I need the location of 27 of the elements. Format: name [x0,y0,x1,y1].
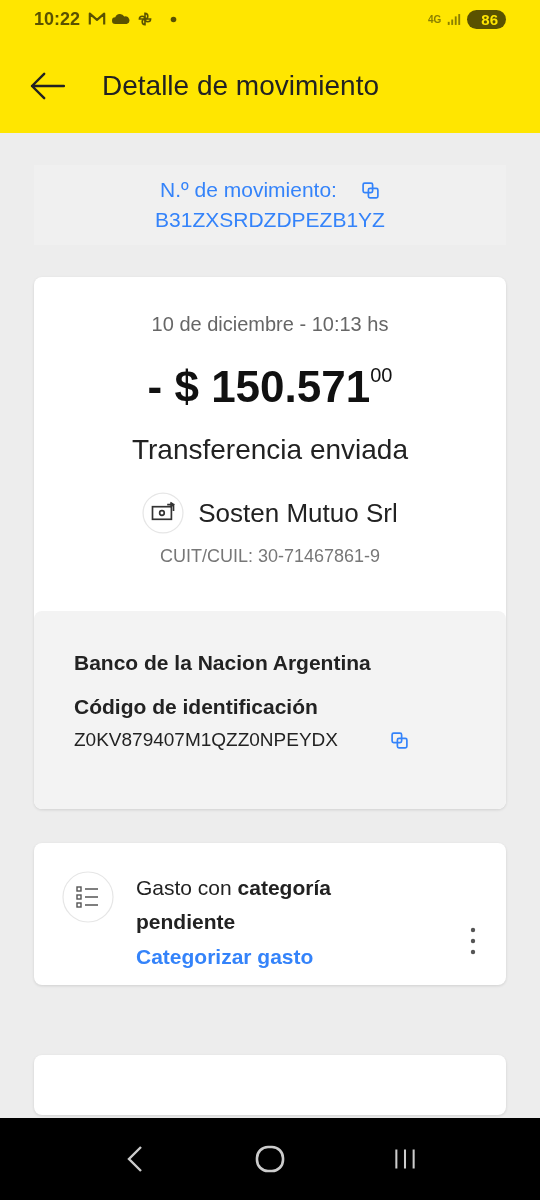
category-status-text: Gasto con categoría pendiente [136,875,332,935]
identification-code: Z0KV879407M1QZZ0NPEYDX [74,729,338,751]
transaction-type: Transferencia enviada [132,434,408,466]
amount: - $ 150.571$^{00}$ [147,362,393,412]
copy-icon[interactable] [360,180,380,200]
date-time: 10 de diciembre - 10:13 hs [151,313,389,336]
checklist-icon [62,871,114,923]
code-label: Código de identificación [74,695,319,719]
battery-level: 86 [467,9,506,29]
recipient-name: Sosten Mutuo Srl [198,497,398,529]
signal-icon [447,12,462,26]
mail-icon [88,11,107,27]
network-label: 4G [427,13,442,25]
tax-id: CUIT/CUIL: 30-71467861-9 [159,546,381,567]
notification-dot-icon [170,15,178,23]
bank-name: Banco de la Nacion Argentina [74,651,372,675]
banknote-icon [142,492,185,534]
back-arrow-icon[interactable] [28,70,66,101]
cloud-icon [112,11,131,27]
screen-title: Detalle de movimiento [102,69,380,102]
home-icon[interactable] [255,1144,285,1174]
movement-label: N.º de movimiento: [160,178,337,202]
more-options-icon[interactable] [470,927,476,955]
status-time: 10:22 [34,8,81,30]
categorize-link[interactable]: Categorizar gasto [136,945,314,969]
movement-number: B31ZXSRDZDPEZB1YZ [155,208,385,232]
copy-icon[interactable] [390,730,409,750]
